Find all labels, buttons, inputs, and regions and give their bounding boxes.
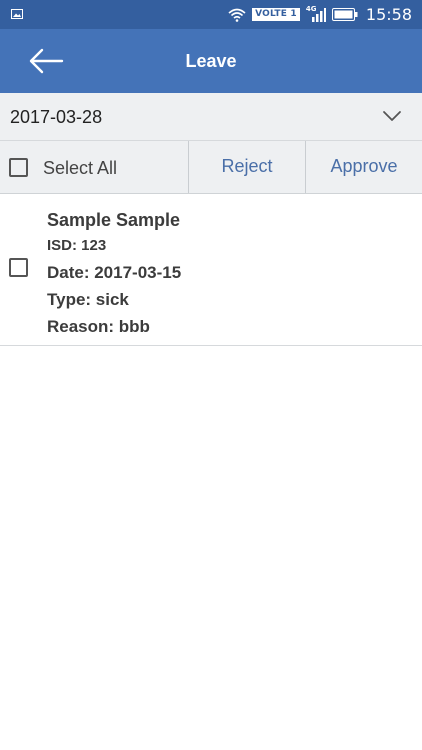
- leave-date: Date: 2017-03-15: [47, 263, 182, 282]
- employee-isd: ISD: 123: [47, 237, 107, 254]
- page-title: Leave: [185, 51, 237, 71]
- cell-signal-group: 4G: [306, 5, 326, 23]
- volte-badge: VOLTE 1: [252, 8, 300, 21]
- status-bar: VOLTE 1 4G 15:58: [0, 0, 422, 29]
- approve-button[interactable]: Approve: [306, 141, 422, 193]
- leave-request-details: Sample Sample ISD: 123 Date: 2017-03-15 …: [47, 207, 181, 340]
- wifi-icon: [228, 8, 246, 22]
- signal-icon: [311, 7, 326, 22]
- leave-type: Type: sick: [47, 290, 129, 309]
- reject-button[interactable]: Reject: [189, 141, 305, 193]
- status-time: 15:58: [365, 5, 412, 24]
- chevron-down-icon[interactable]: [382, 109, 402, 123]
- employee-name: Sample Sample: [47, 210, 181, 230]
- select-all-checkbox[interactable]: [9, 158, 28, 177]
- app-bar: Leave: [0, 29, 422, 93]
- leave-request-checkbox[interactable]: [9, 258, 28, 277]
- date-filter-value: 2017-03-28: [10, 107, 103, 127]
- image-notification-icon: [11, 9, 23, 19]
- bulk-action-bar: Select All Reject Approve: [0, 141, 422, 194]
- date-filter-dropdown[interactable]: 2017-03-28: [0, 93, 422, 141]
- battery-icon: [331, 8, 358, 21]
- select-all-label[interactable]: Select All: [43, 141, 117, 196]
- leave-reason: Reason: bbb: [47, 317, 150, 336]
- leave-request-item[interactable]: Sample Sample ISD: 123 Date: 2017-03-15 …: [0, 194, 422, 346]
- status-bar-right: VOLTE 1 4G 15:58: [228, 0, 412, 29]
